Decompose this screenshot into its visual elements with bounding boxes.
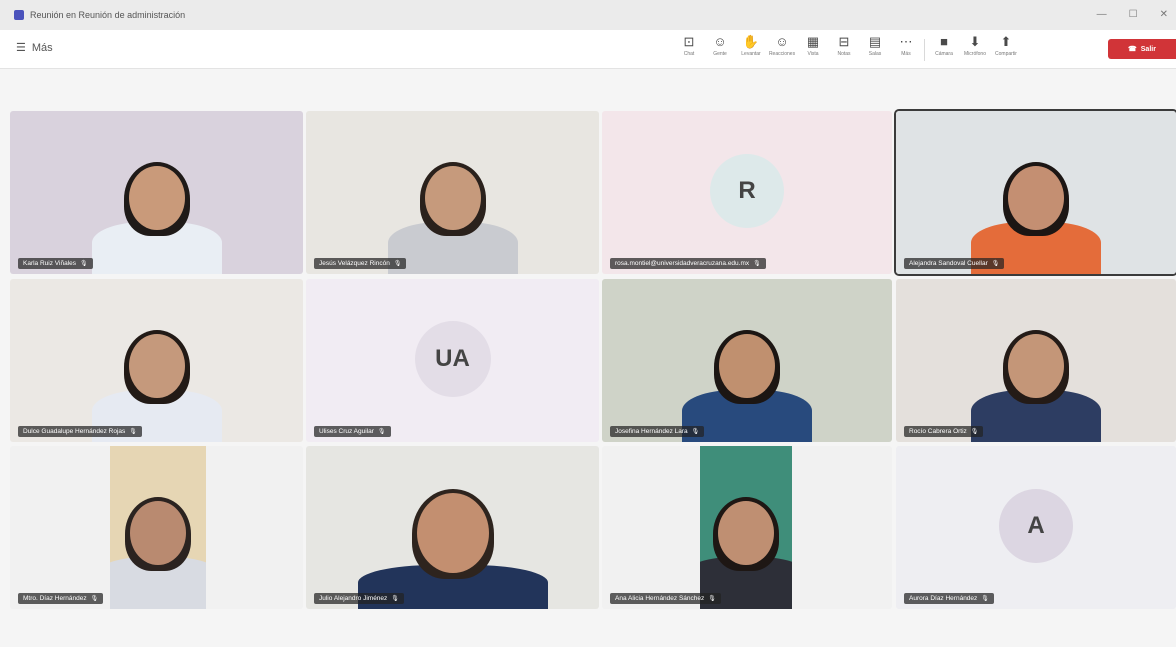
participant-name: Rocío Cabrera Ortiz — [909, 428, 967, 435]
participant-tile[interactable]: A Aurora Díaz Hernández 🎙 — [896, 446, 1176, 609]
participant-name: Ulises Cruz Aguilar — [319, 428, 374, 435]
participant-tile[interactable]: UA Ulises Cruz Aguilar 🎙 — [306, 279, 599, 442]
participant-face — [128, 334, 185, 398]
participant-name-label: Julio Alejandro Jiménez 🎙 — [314, 593, 404, 604]
participant-name: Dulce Guadalupe Hernández Rojas — [23, 428, 126, 435]
microphone-icon: 🎙 — [80, 261, 88, 267]
participant-face — [128, 166, 185, 230]
participant-name: Mtro. Díaz Hernández — [23, 595, 87, 602]
participant-video — [10, 111, 303, 274]
participant-name: Jesús Velázquez Rincón — [319, 260, 390, 267]
participant-tile[interactable]: Jesús Velázquez Rincón 🎙 — [306, 111, 599, 274]
participant-name-label: Alejandra Sandoval Cuellar 🎙 — [904, 258, 1005, 269]
participant-name: Karla Ruiz Viñales — [23, 260, 76, 267]
participant-avatar: UA — [414, 320, 491, 397]
participant-avatar: R — [710, 153, 784, 228]
participant-name: Josefina Hernández Lara — [615, 428, 688, 435]
participant-name-label: Aurora Díaz Hernández 🎙 — [904, 593, 994, 604]
participant-tile[interactable]: Julio Alejandro Jiménez 🎙 — [306, 446, 599, 609]
microphone-icon: 🎙 — [753, 261, 761, 267]
participant-video — [602, 279, 892, 442]
microphone-icon: 🎙 — [981, 596, 989, 602]
participant-video — [10, 279, 303, 442]
microphone-icon: 🎙 — [691, 429, 700, 435]
participant-tile[interactable]: Alejandra Sandoval Cuellar 🎙 — [894, 109, 1176, 276]
participant-video — [700, 446, 792, 609]
participant-name-label: Ulises Cruz Aguilar 🎙 — [314, 426, 391, 437]
participant-tile[interactable]: Ana Alicia Hernández Sánchez 🎙 — [602, 446, 892, 609]
microphone-icon: 🎙 — [393, 261, 402, 267]
participant-face — [130, 501, 186, 565]
participant-video — [306, 111, 599, 274]
video-grid: Karla Ruiz Viñales 🎙 Jesús Velázquez Rincó… — [0, 0, 1176, 647]
microphone-icon: 🎙 — [991, 261, 1000, 267]
participant-name-label: Josefina Hernández Lara 🎙 — [610, 426, 705, 437]
participant-name-label: Karla Ruiz Viñales 🎙 — [18, 258, 93, 269]
participant-name: Alejandra Sandoval Cuellar — [909, 260, 988, 267]
participant-tile[interactable]: Josefina Hernández Lara 🎙 — [602, 279, 892, 442]
participant-tile[interactable]: Karla Ruiz Viñales 🎙 — [10, 111, 303, 274]
participant-name: Aurora Díaz Hernández — [909, 595, 978, 602]
microphone-icon: 🎙 — [129, 429, 137, 435]
participant-name-label: Jesús Velázquez Rincón 🎙 — [314, 258, 407, 269]
participant-video — [896, 111, 1176, 274]
participant-video — [896, 279, 1176, 442]
participant-avatar: A — [999, 488, 1073, 563]
microphone-icon: 🎙 — [970, 429, 979, 435]
participant-tile[interactable]: Rrosa.montiel@universidadveracruzana.edu… — [602, 111, 892, 274]
participant-name: Ana Alicia Hernández Sánchez — [615, 595, 705, 602]
microphone-icon: 🎙 — [377, 429, 386, 435]
participant-name-label: rosa.montiel@universidadveracruzana.edu.… — [610, 258, 766, 269]
microphone-icon: 🎙 — [708, 596, 716, 602]
participant-tile[interactable]: Mtro. Díaz Hernández 🎙 — [10, 446, 303, 609]
participant-face — [416, 493, 489, 573]
participant-name: Julio Alejandro Jiménez — [319, 595, 388, 602]
participant-tile[interactable]: Rocío Cabrera Ortiz 🎙 — [896, 279, 1176, 442]
participant-face — [719, 334, 775, 398]
participant-video — [110, 446, 206, 609]
participant-name-label: Mtro. Díaz Hernández 🎙 — [18, 593, 104, 604]
participant-face — [1008, 334, 1064, 398]
participant-face — [1008, 166, 1064, 230]
participant-tile[interactable]: Dulce Guadalupe Hernández Rojas 🎙 — [10, 279, 303, 442]
microphone-icon: 🎙 — [391, 596, 399, 602]
participant-face — [424, 166, 481, 230]
participant-name-label: Dulce Guadalupe Hernández Rojas 🎙 — [18, 426, 142, 437]
participant-name: rosa.montiel@universidadveracruzana.edu.… — [615, 260, 750, 267]
participant-name-label: Rocío Cabrera Ortiz 🎙 — [904, 426, 984, 437]
microphone-icon: 🎙 — [90, 596, 99, 602]
participant-name-label: Ana Alicia Hernández Sánchez 🎙 — [610, 593, 721, 604]
participant-face — [718, 501, 774, 565]
participant-video — [306, 446, 599, 609]
